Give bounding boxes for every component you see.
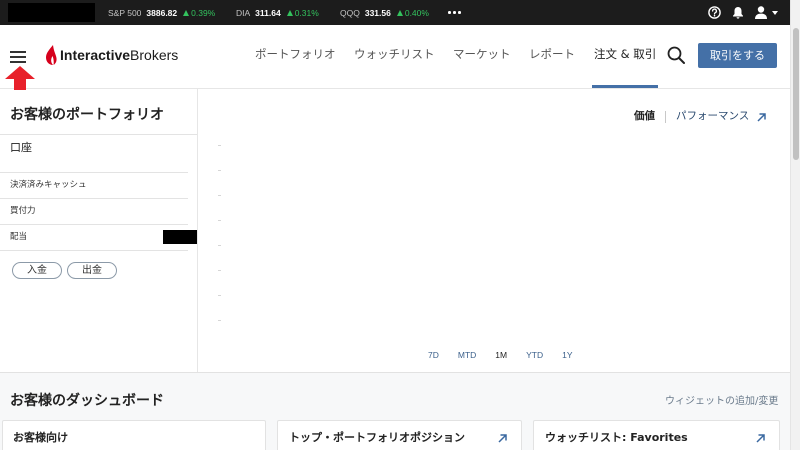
red-arrow-annotation <box>5 66 35 90</box>
chart-axis-tick <box>218 270 221 271</box>
portfolio-chart-area[interactable] <box>218 145 778 325</box>
chart-axis-tick <box>218 245 221 246</box>
ticker-qqq[interactable]: QQQ 331.56 0.40% <box>340 0 429 25</box>
range-mtd[interactable]: MTD <box>458 350 476 360</box>
chart-axis-tick <box>218 320 221 321</box>
up-triangle-icon <box>286 9 293 16</box>
nav-watchlist[interactable]: ウォッチリスト <box>354 47 435 61</box>
user-icon[interactable] <box>754 5 768 19</box>
withdraw-button[interactable]: 出金 <box>67 262 117 279</box>
ticker-sp500[interactable]: S&P 500 3886.82 0.39% <box>108 0 215 25</box>
tab-separator <box>665 111 666 123</box>
divider <box>0 250 188 251</box>
scrollbar-thumb[interactable] <box>793 28 799 160</box>
widget-card[interactable]: お客様向け <box>2 420 266 450</box>
hamburger-menu-icon[interactable] <box>10 51 26 63</box>
chart-axis-tick <box>218 170 221 171</box>
brand-name: InteractiveBrokers <box>60 47 178 63</box>
external-arrow-icon[interactable] <box>755 433 766 444</box>
ticker-symbol: DIA <box>236 7 251 18</box>
brand-name-regular: Brokers <box>130 47 179 63</box>
page-scrollbar[interactable] <box>790 0 800 450</box>
ticker-symbol: QQQ <box>340 7 360 18</box>
chart-axis-tick <box>218 220 221 221</box>
ticker-value: 311.64 <box>255 7 281 18</box>
market-ticker-bar: S&P 500 3886.82 0.39% DIA 311.64 0.31% Q… <box>0 0 790 25</box>
widget-card[interactable]: ウォッチリスト: Favorites <box>533 420 780 450</box>
range-1m[interactable]: 1M <box>495 350 507 360</box>
nav-reports[interactable]: レポート <box>529 47 575 61</box>
more-icon[interactable] <box>448 11 461 14</box>
main-header: InteractiveBrokers ポートフォリオ ウォッチリスト マーケット… <box>0 25 790 89</box>
deposit-button[interactable]: 入金 <box>12 262 62 279</box>
time-range-selector: 7D MTD 1M YTD 1Y <box>428 350 573 360</box>
buying-power-label: 買付力 <box>10 206 36 216</box>
account-label: 口座 <box>10 141 32 154</box>
ticker-change: 0.39% <box>191 7 216 18</box>
help-icon[interactable] <box>708 6 721 19</box>
chart-axis <box>218 145 221 321</box>
chevron-down-icon[interactable] <box>772 11 778 15</box>
tab-value[interactable]: 価値 <box>634 110 655 123</box>
flame-logo-icon <box>46 45 57 65</box>
range-ytd[interactable]: YTD <box>526 350 543 360</box>
divider <box>0 172 188 173</box>
trade-button[interactable]: 取引をする <box>698 43 777 68</box>
dashboard-section: お客様のダッシュボード ウィジェットの追加/変更 お客様向け トップ・ポートフォ… <box>0 372 790 450</box>
divider <box>0 224 188 225</box>
edit-widgets-link[interactable]: ウィジェットの追加/変更 <box>665 396 778 408</box>
portfolio-title: お客様のポートフォリオ <box>10 107 164 123</box>
chart-axis-tick <box>218 145 221 146</box>
nav-portfolio[interactable]: ポートフォリオ <box>255 47 336 61</box>
ticker-symbol: S&P 500 <box>108 7 142 18</box>
dividends-label: 配当 <box>10 232 28 242</box>
external-arrow-icon[interactable] <box>497 433 508 444</box>
ticker-value: 331.56 <box>364 7 391 18</box>
redacted-block <box>8 3 95 22</box>
ticker-value: 3886.82 <box>146 7 178 18</box>
up-triangle-icon <box>396 9 403 16</box>
ticker-dia[interactable]: DIA 311.64 0.31% <box>236 0 319 25</box>
portfolio-panel: お客様のポートフォリオ 口座 決済済みキャッシュ 買付力 配当 入金 出金 <box>0 89 198 372</box>
external-arrow-icon[interactable] <box>756 112 767 123</box>
divider <box>0 134 197 135</box>
widget-card-title: お客様向け <box>13 431 68 444</box>
nav-orders-trading[interactable]: 注文 & 取引 <box>591 47 659 88</box>
dashboard-title: お客様のダッシュボード <box>10 393 164 409</box>
ticker-change: 0.31% <box>294 7 319 18</box>
redacted-block <box>163 230 197 244</box>
widget-card-title: ウォッチリスト: Favorites <box>545 431 688 444</box>
widget-card-title: トップ・ポートフォリオポジション <box>289 431 465 444</box>
widget-card[interactable]: トップ・ポートフォリオポジション <box>277 420 522 450</box>
settled-cash-label: 決済済みキャッシュ <box>10 180 87 190</box>
chart-axis-tick <box>218 295 221 296</box>
ticker-change: 0.40% <box>404 7 429 18</box>
search-icon[interactable] <box>667 46 685 64</box>
range-7d[interactable]: 7D <box>428 350 439 360</box>
portfolio-chart-panel: 価値 パフォーマンス 7D MTD 1M YTD 1Y <box>198 89 790 372</box>
performance-link[interactable]: パフォーマンス <box>676 110 749 123</box>
brand-logo[interactable]: InteractiveBrokers <box>46 45 178 65</box>
brand-name-bold: Interactive <box>60 47 131 63</box>
divider <box>0 198 188 199</box>
range-1y[interactable]: 1Y <box>562 350 572 360</box>
up-triangle-icon <box>183 9 190 16</box>
bell-icon[interactable] <box>732 6 744 19</box>
chart-axis-tick <box>218 195 221 196</box>
nav-market[interactable]: マーケット <box>453 47 511 61</box>
